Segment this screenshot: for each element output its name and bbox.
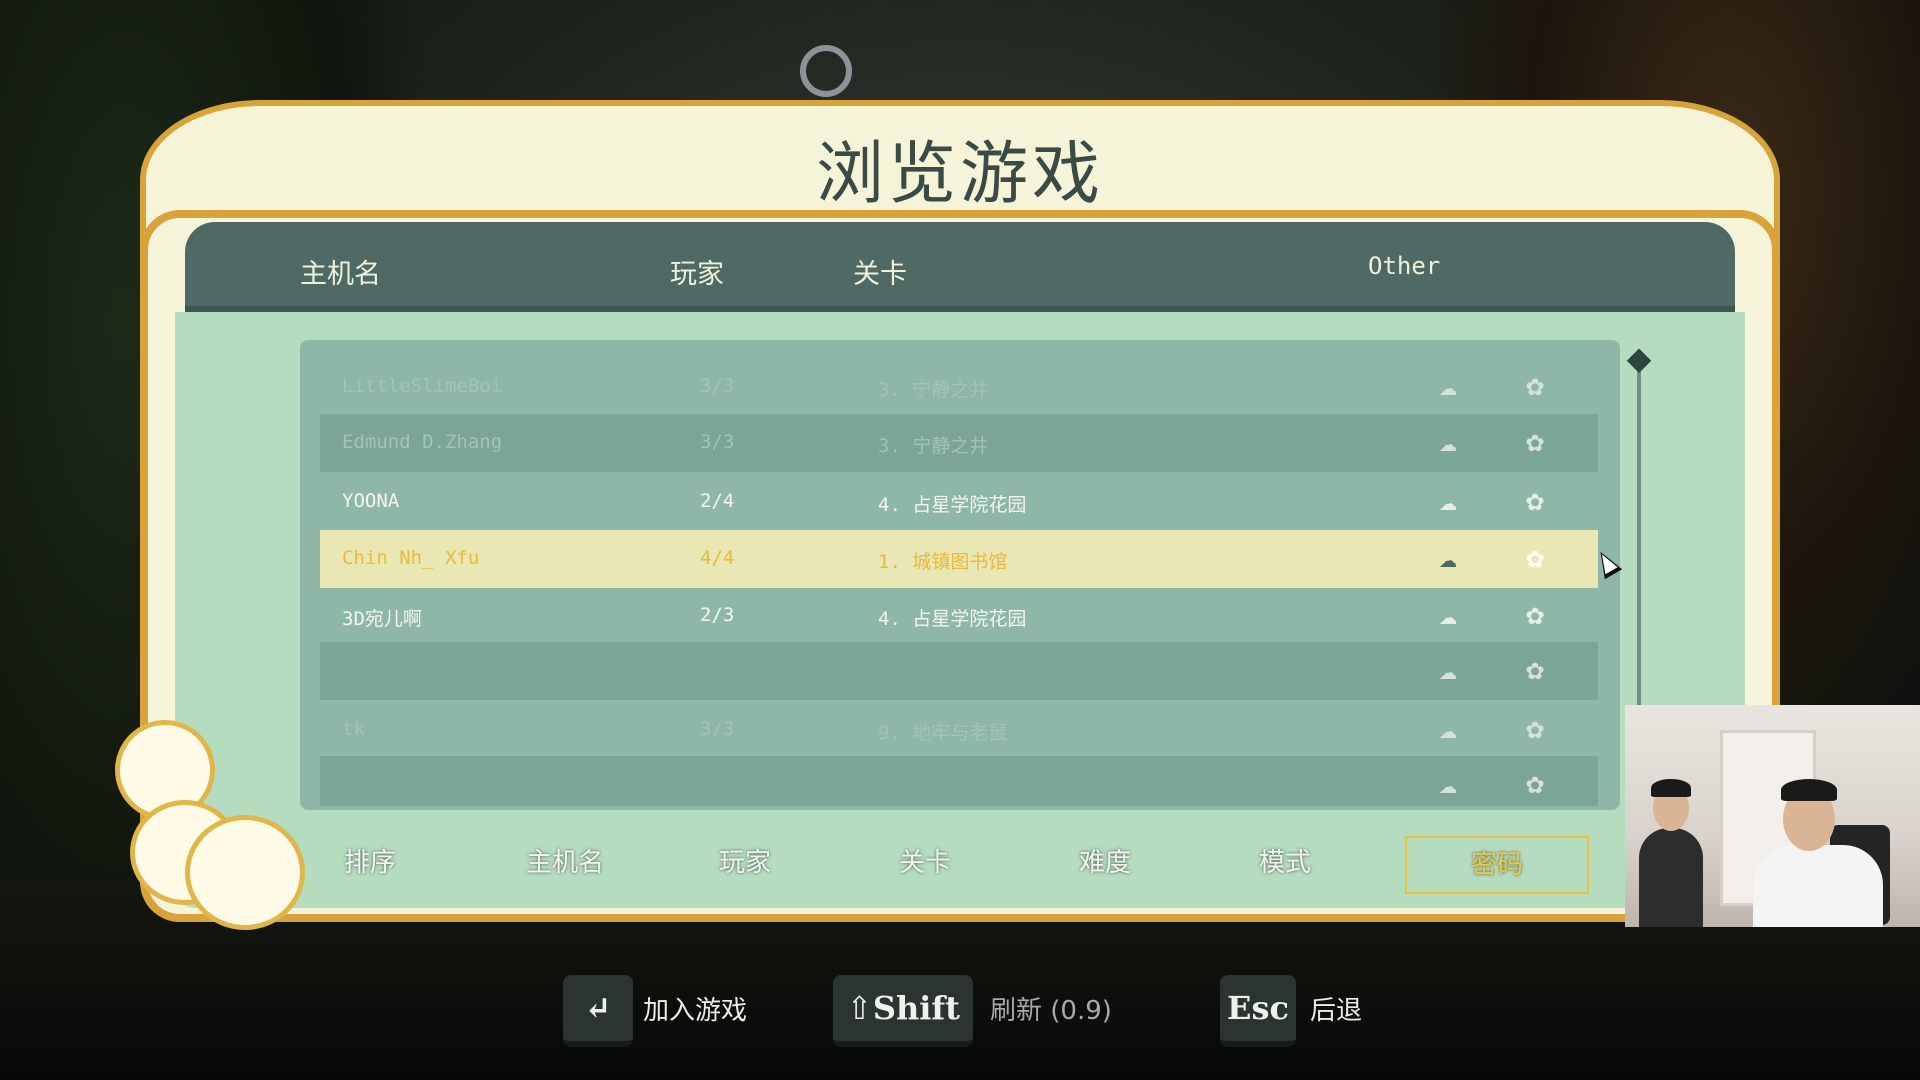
page-title: 浏览游戏 bbox=[815, 135, 1104, 214]
sort-option-password[interactable]: 密码 bbox=[1405, 836, 1589, 894]
cloud-icon: ☁ bbox=[1438, 483, 1458, 518]
cloud-icon: ☁ bbox=[1438, 652, 1458, 687]
row-players: 4/4 bbox=[700, 547, 735, 569]
scrollbar[interactable] bbox=[1637, 350, 1641, 730]
game-row-selected[interactable]: Chin Nh_ Xfu 4/4 1. 城镇图书馆 ☁ ✿ bbox=[320, 530, 1598, 588]
cloud-icon: ☁ bbox=[1438, 424, 1458, 459]
flower-icon: ✿ bbox=[1525, 483, 1545, 518]
sort-option-players[interactable]: 玩家 bbox=[695, 836, 795, 890]
cloud-icon: ☁ bbox=[1438, 766, 1458, 801]
webcam-person-left bbox=[1633, 773, 1709, 927]
row-level: 9. 地牢与老鼠 bbox=[878, 722, 1008, 744]
back-label[interactable]: 后退 bbox=[1310, 990, 1362, 1027]
sort-label: 排序 bbox=[343, 848, 396, 878]
row-players: 2/3 bbox=[700, 604, 735, 626]
row-level: 4. 占星学院花园 bbox=[878, 608, 1027, 630]
row-host: tk bbox=[342, 718, 365, 740]
header-other: Other bbox=[1368, 252, 1441, 280]
sort-option-level[interactable]: 关卡 bbox=[875, 836, 975, 890]
flower-icon: ✿ bbox=[1525, 652, 1545, 687]
hanging-ring-decoration bbox=[800, 45, 852, 97]
flower-icon: ✿ bbox=[1525, 540, 1545, 575]
sort-option-host[interactable]: 主机名 bbox=[510, 836, 620, 890]
shift-key-icon[interactable]: ⇧Shift bbox=[833, 975, 973, 1047]
row-host: YOONA bbox=[342, 490, 400, 512]
row-players: 3/3 bbox=[700, 718, 735, 740]
cloud-icon: ☁ bbox=[1438, 368, 1458, 403]
cloud-icon: ☁ bbox=[1438, 540, 1458, 575]
refresh-label[interactable]: 刷新 (0.9) bbox=[990, 990, 1112, 1027]
game-row[interactable]: ☁ ✿ bbox=[320, 756, 1598, 806]
webcam-overlay bbox=[1625, 705, 1920, 927]
row-players: 2/4 bbox=[700, 490, 735, 512]
row-players: 3/3 bbox=[700, 431, 735, 453]
game-row[interactable]: tk 3/3 9. 地牢与老鼠 ☁ ✿ bbox=[320, 701, 1598, 759]
flower-icon: ✿ bbox=[1525, 368, 1545, 403]
sort-option-difficulty[interactable]: 难度 bbox=[1055, 836, 1155, 890]
game-row[interactable]: 3D宛儿啊 2/3 4. 占星学院花园 ☁ ✿ bbox=[320, 587, 1598, 645]
row-level: 4. 占星学院花园 bbox=[878, 494, 1027, 516]
header-level: 关卡 bbox=[853, 259, 907, 290]
game-row[interactable]: Edmund D.Zhang 3/3 3. 宁静之井 ☁ ✿ bbox=[320, 414, 1598, 472]
cloud-icon: ☁ bbox=[1438, 597, 1458, 632]
row-host: Chin Nh_ Xfu bbox=[342, 547, 480, 569]
cloud-icon: ☁ bbox=[1438, 711, 1458, 746]
column-header-bar: 主机名 玩家 关卡 Other bbox=[185, 222, 1735, 312]
row-players: 3/3 bbox=[700, 375, 735, 397]
join-game-label[interactable]: 加入游戏 bbox=[643, 990, 747, 1027]
row-level: 1. 城镇图书馆 bbox=[878, 551, 1008, 573]
scroll-knob-icon[interactable]: ◆ bbox=[1624, 338, 1654, 378]
row-level: 3. 宁静之井 bbox=[878, 435, 989, 457]
flower-icon: ✿ bbox=[1525, 766, 1545, 801]
sort-bar: 排序 主机名 玩家 关卡 难度 模式 密码 bbox=[300, 818, 1620, 908]
game-row[interactable]: YOONA 2/4 4. 占星学院花园 ☁ ✿ bbox=[320, 473, 1598, 531]
header-players: 玩家 bbox=[670, 259, 724, 290]
flower-icon: ✿ bbox=[1525, 711, 1545, 746]
esc-key-icon[interactable]: Esc bbox=[1220, 975, 1296, 1047]
sort-option-mode[interactable]: 模式 bbox=[1235, 836, 1335, 890]
enter-key-icon[interactable]: ↵ bbox=[563, 975, 633, 1047]
flower-icon: ✿ bbox=[1525, 424, 1545, 459]
game-row[interactable]: LittleSlimeBoi 3/3 3. 宁静之井 ☁ ✿ bbox=[320, 358, 1598, 416]
row-host: LittleSlimeBoi bbox=[342, 375, 503, 397]
game-row[interactable]: ☁ ✿ bbox=[320, 642, 1598, 700]
header-host: 主机名 bbox=[300, 259, 381, 290]
webcam-person-right bbox=[1743, 775, 1893, 927]
flower-icon: ✿ bbox=[1525, 597, 1545, 632]
row-host: 3D宛儿啊 bbox=[342, 608, 422, 630]
row-level: 3. 宁静之井 bbox=[878, 379, 989, 401]
flower-decoration bbox=[185, 815, 305, 930]
row-host: Edmund D.Zhang bbox=[342, 431, 503, 453]
